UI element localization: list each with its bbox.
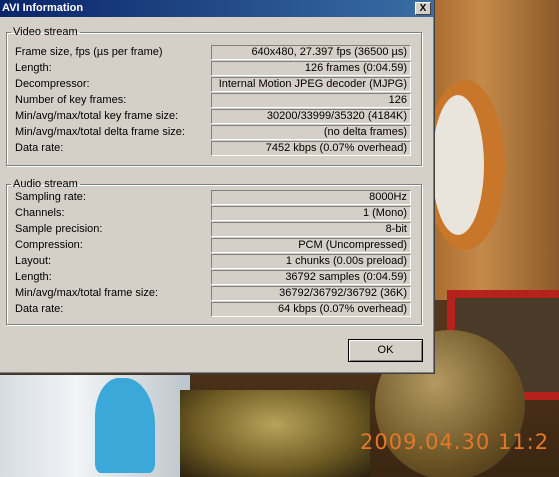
video-stream-legend: Video stream: [13, 26, 78, 38]
video-row-label: Min/avg/max/total key frame size:: [15, 110, 179, 122]
video-info-row: Frame size, fps (µs per frame) 640x480, 2…: [15, 45, 413, 61]
video-info-row: Min/avg/max/total delta frame size: (no d…: [15, 125, 413, 141]
audio-row-value: 8-bit: [211, 222, 411, 237]
video-row-label: Min/avg/max/total delta frame size:: [15, 126, 185, 138]
audio-row-label: Sample precision:: [15, 223, 103, 235]
audio-info-row: Length: 36792 samples (0:04.59): [15, 270, 413, 286]
video-row-label: Data rate:: [15, 142, 64, 154]
audio-info-row: Channels: 1 (Mono): [15, 206, 413, 222]
audio-row-value: 36792/36792/36792 (36K): [211, 286, 411, 301]
video-info-row: Decompressor: Internal Motion JPEG decode…: [15, 77, 413, 93]
video-row-value: (no delta frames): [211, 125, 411, 140]
audio-row-value: 36792 samples (0:04.59): [211, 270, 411, 285]
video-row-value: 126 frames (0:04.59): [211, 61, 411, 76]
video-row-value: 640x480, 27.397 fps (36500 µs): [211, 45, 411, 60]
audio-row-value: 1 chunks (0.00s preload): [211, 254, 411, 269]
audio-row-value: 64 kbps (0.07% overhead): [211, 302, 411, 317]
audio-row-value: PCM (Uncompressed): [211, 238, 411, 253]
audio-row-value: 8000Hz: [211, 190, 411, 205]
audio-row-label: Sampling rate:: [15, 191, 86, 203]
audio-info-row: Min/avg/max/total frame size: 36792/36792…: [15, 286, 413, 302]
audio-row-value: 1 (Mono): [211, 206, 411, 221]
audio-info-row: Sampling rate: 8000Hz: [15, 190, 413, 206]
audio-row-label: Channels:: [15, 207, 65, 219]
audio-row-label: Min/avg/max/total frame size:: [15, 287, 159, 299]
audio-row-label: Data rate:: [15, 303, 64, 315]
video-row-label: Number of key frames:: [15, 94, 127, 106]
audio-info-row: Sample precision: 8-bit: [15, 222, 413, 238]
photo-timestamp: 2009.04.30 11:2: [360, 430, 550, 454]
audio-row-label: Layout:: [15, 255, 52, 267]
video-info-row: Data rate: 7452 kbps (0.07% overhead): [15, 141, 413, 157]
audio-info-row: Compression: PCM (Uncompressed): [15, 238, 413, 254]
video-row-label: Decompressor:: [15, 78, 90, 90]
video-row-label: Frame size, fps (µs per frame): [15, 46, 163, 58]
brass-vessel: [180, 390, 370, 477]
video-row-value: Internal Motion JPEG decoder (MJPG): [211, 77, 411, 92]
audio-row-label: Compression:: [15, 239, 83, 251]
video-row-value: 30200/33999/35320 (4184K): [211, 109, 411, 124]
clock-face: [432, 95, 484, 235]
audio-info-row: Layout: 1 chunks (0.00s preload): [15, 254, 413, 270]
lamp-shade: [95, 378, 155, 473]
close-button[interactable]: X: [415, 2, 431, 15]
ok-button[interactable]: OK: [348, 339, 423, 362]
video-info-row: Min/avg/max/total key frame size: 30200/3…: [15, 109, 413, 125]
title-bar[interactable]: AVI Information X: [0, 0, 434, 17]
avi-information-dialog: AVI Information X Video stream Frame siz…: [0, 0, 435, 374]
audio-row-label: Length:: [15, 271, 52, 283]
video-row-value: 7452 kbps (0.07% overhead): [211, 141, 411, 156]
audio-stream-legend: Audio stream: [13, 178, 78, 190]
video-info-row: Number of key frames: 126: [15, 93, 413, 109]
video-row-value: 126: [211, 93, 411, 108]
window-title: AVI Information: [2, 2, 84, 14]
video-row-label: Length:: [15, 62, 52, 74]
audio-info-row: Data rate: 64 kbps (0.07% overhead): [15, 302, 413, 318]
video-info-row: Length: 126 frames (0:04.59): [15, 61, 413, 77]
